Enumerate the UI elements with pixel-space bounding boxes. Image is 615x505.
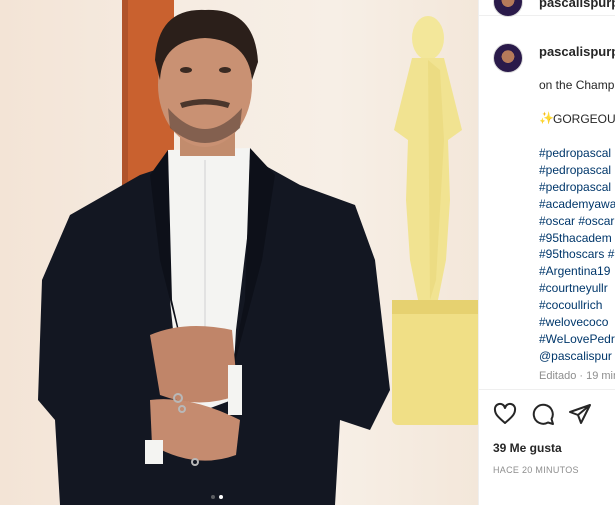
carousel-indicator (211, 495, 223, 499)
sparkle-icon: ✨ (539, 111, 554, 125)
post-time: HACE 20 MINUTOS (493, 465, 579, 475)
caption-avatar[interactable] (493, 43, 523, 73)
post-actions: 39 Me gusta HACE 20 MINUTOS (479, 389, 615, 505)
post-header: pascalispurpl (479, 0, 615, 17)
post-photo[interactable] (0, 0, 478, 505)
caption-hashtag[interactable]: #pedropascal (539, 163, 611, 177)
caption-hashtag[interactable]: #pedropascal (539, 146, 611, 160)
comment-icon[interactable] (531, 402, 555, 426)
post-side-panel: pascalispurpl pascalispurpl on the Champ… (478, 0, 615, 505)
caption-hashtag[interactable]: #welovecoco (539, 315, 608, 329)
caption-hashtag[interactable]: #oscar #oscar (539, 214, 614, 228)
caption-hashtag[interactable]: #courtneyullr (539, 281, 608, 295)
caption-hashtag[interactable]: #academyawa (539, 197, 615, 211)
photo-illustration (38, 0, 478, 505)
caption-hashtag[interactable]: #95thacadem (539, 231, 612, 245)
avatar[interactable] (493, 0, 523, 17)
heart-icon[interactable] (493, 402, 517, 426)
caption-hashtag[interactable]: #pedropascal (539, 180, 611, 194)
edited-timestamp: Editado · 19 min (539, 370, 615, 382)
caption-hashtag[interactable]: #WeLovePedr (539, 332, 615, 346)
caption-hashtag[interactable]: #Argentina19 (539, 264, 610, 278)
header-username[interactable]: pascalispurpl (539, 0, 615, 10)
likes-count[interactable]: 39 Me gusta (493, 441, 562, 455)
caption-line: on the Champ (539, 78, 615, 92)
carousel-dot (211, 495, 215, 499)
caption-hashtag[interactable]: #cocoullrich (539, 298, 602, 312)
send-icon[interactable] (568, 402, 592, 426)
caption-area: pascalispurpl on the Champ GORGEOU ✨ #pedro… (479, 30, 615, 388)
oscar-statue (392, 16, 478, 425)
carousel-dot-active (219, 495, 223, 499)
caption-username[interactable]: pascalispurpl (539, 44, 615, 59)
caption-hashtag[interactable]: #95thoscars # (539, 247, 614, 261)
person (38, 9, 390, 505)
caption-hashtag[interactable]: @pascalispur (539, 349, 612, 363)
caption-line: GORGEOU (553, 112, 615, 126)
